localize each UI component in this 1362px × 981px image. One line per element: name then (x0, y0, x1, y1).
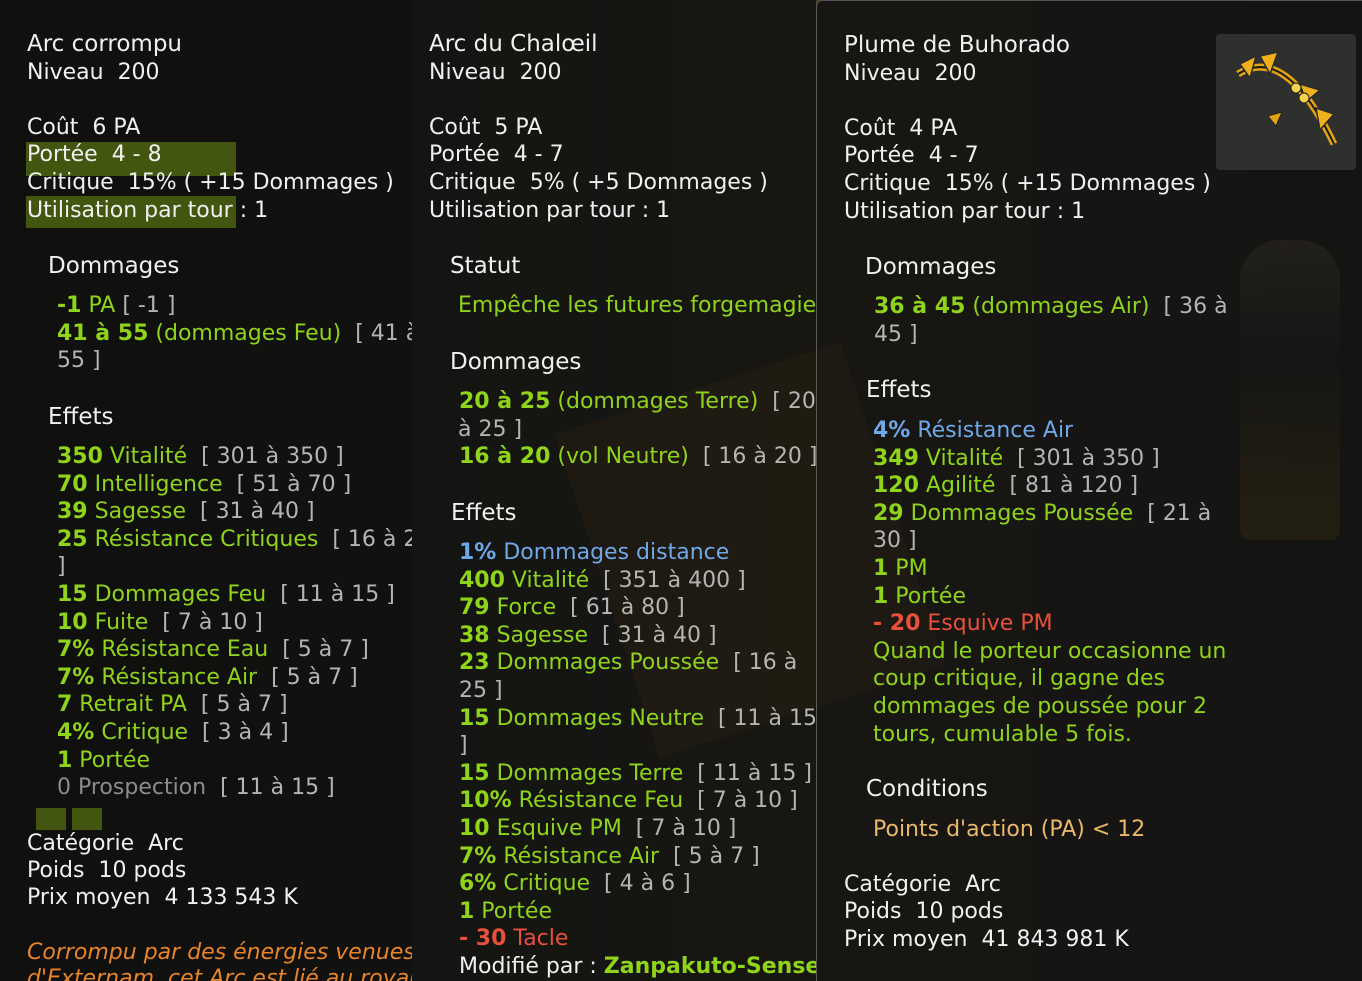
effect-line: 10 Fuite [ 7 à 10 ] (57, 609, 263, 635)
damage-section-title: Dommages (48, 253, 180, 279)
damage-line: 20 à 25 (dommages Terre) [ 20 (459, 389, 816, 414)
item-critical: Critique 5% ( +5 Dommages ) (429, 170, 768, 195)
item-weight: Poids 10 pods (844, 899, 1004, 924)
effect-line: 7% Résistance Air [ 5 à 7 ] (57, 664, 358, 690)
item-name: Arc corrompu (27, 31, 183, 57)
damage-section-title: Dommages (865, 254, 997, 280)
effect-line: 15 Dommages Feu [ 11 à 15 ] (57, 582, 395, 607)
effect-line: 4% Critique [ 3 à 4 ] (57, 720, 289, 745)
effect-line: 349 Vitalité [ 301 à 350 ] (873, 445, 1160, 471)
effect-line: ] (57, 554, 66, 580)
item-critical: Critique 15% ( +15 Dommages ) (844, 171, 1211, 196)
damage-line: 55 ] (57, 348, 101, 373)
item-uses-per-turn: Utilisation par tour : 1 (844, 199, 1086, 224)
effect-line: 1 Portée (459, 898, 552, 924)
item-level: Niveau 200 (27, 60, 160, 85)
item-category: Catégorie Arc (844, 872, 1001, 897)
effect-line: 29 Dommages Poussée [ 21 à (873, 500, 1212, 526)
effect-line: 7% Résistance Eau [ 5 à 7 ] (57, 637, 369, 663)
item-lore: Corrompu par des énergies venues (27, 940, 412, 965)
item-tooltip-arc-du-chaloeil: Arc du Chalœil Niveau 200 Coût 5 PA Port… (412, 0, 816, 981)
item-average-price: Prix moyen 41 843 981 K (844, 927, 1129, 952)
special-effect-line: tours, cumulable 5 fois. (873, 721, 1132, 747)
item-category: Catégorie Arc (27, 831, 184, 856)
item-level: Niveau 200 (429, 60, 562, 85)
effect-line: 79 Force [ 61 à 80 ] (459, 595, 685, 621)
status-section-title: Statut (450, 253, 521, 279)
item-cost: Coût 6 PA (27, 115, 141, 140)
effect-line: - 30 Tacle (459, 926, 569, 952)
item-range: Portée 4 - 8 (27, 142, 162, 167)
item-average-price: Prix moyen 4 133 543 K (27, 885, 298, 910)
effects-section-title: Effets (866, 377, 932, 403)
effect-line: 1 Portée (57, 747, 150, 773)
effect-line: 1% Dommages distance (459, 540, 730, 565)
damage-line: à 25 ] (458, 417, 523, 442)
effect-line: 23 Dommages Poussée [ 16 à (459, 650, 798, 676)
condition-line: Points d'action (PA) < 12 (873, 817, 1146, 842)
effect-line: 10% Résistance Feu [ 7 à 10 ] (459, 788, 798, 814)
effect-line: ] (459, 733, 468, 759)
conditions-section-title: Conditions (866, 776, 988, 802)
item-weight: Poids 10 pods (27, 858, 187, 883)
item-uses-per-turn: Utilisation par tour : 1 (27, 198, 269, 223)
effect-line: - 20 Esquive PM (873, 611, 1053, 637)
effect-line: 0 Prospection [ 11 à 15 ] (57, 775, 335, 801)
item-range: Portée 4 - 7 (844, 143, 979, 168)
effect-line: 30 ] (873, 528, 917, 554)
item-tooltip-arc-corrompu: Arc corrompu Niveau 200 Coût 6 PA Portée… (0, 0, 412, 981)
item-cost: Coût 4 PA (844, 116, 958, 141)
effect-line: 25 Résistance Critiques [ 16 à 25 (57, 526, 412, 552)
item-level: Niveau 200 (844, 61, 977, 86)
effect-line: 1 PM (873, 556, 928, 581)
item-critical: Critique 15% ( +15 Dommages ) (27, 170, 394, 195)
effect-line: 10 Esquive PM [ 7 à 10 ] (459, 816, 737, 841)
effects-section-title: Effets (451, 500, 517, 526)
effect-line: 7% Résistance Air [ 5 à 7 ] (459, 843, 760, 869)
special-effect-line: coup critique, il gagne des (873, 666, 1165, 692)
damage-line: 36 à 45 (dommages Air) [ 36 à (874, 294, 1228, 319)
item-cost: Coût 5 PA (429, 115, 543, 140)
damage-line: 45 ] (874, 322, 918, 347)
damage-section-title: Dommages (450, 349, 582, 375)
effect-line: 70 Intelligence [ 51 à 70 ] (57, 471, 352, 497)
item-name: Arc du Chalœil (429, 31, 598, 57)
effect-line: 400 Vitalité [ 351 à 400 ] (459, 567, 746, 593)
effect-line: 120 Agilité [ 81 à 120 ] (873, 473, 1139, 499)
effect-line: 15 Dommages Neutre [ 11 à 15 (459, 705, 816, 731)
damage-line: 16 à 20 (vol Neutre) [ 16 à 20 ] (459, 444, 816, 469)
effect-line: 25 ] (459, 678, 503, 703)
modified-by: Modifié par : Zanpakuto-Sensei (459, 954, 816, 979)
bow-item-icon (1216, 34, 1356, 170)
minus-button[interactable] (72, 808, 102, 830)
effect-line: 7 Retrait PA [ 5 à 7 ] (57, 692, 288, 718)
plus-button[interactable] (36, 808, 66, 830)
effect-line: 4% Résistance Air (873, 418, 1074, 443)
item-lore: d'Externam, cet Arc est lié au royaume d… (27, 966, 412, 981)
effect-line: 39 Sagesse [ 31 à 40 ] (57, 499, 315, 525)
effect-line: 38 Sagesse [ 31 à 40 ] (459, 622, 717, 648)
effects-section-title: Effets (48, 404, 114, 430)
item-uses-per-turn: Utilisation par tour : 1 (429, 198, 671, 223)
damage-line: 41 à 55 (dommages Feu) [ 41 à (57, 321, 412, 346)
effect-line: 350 Vitalité [ 301 à 350 ] (57, 444, 344, 469)
status-line: Empêche les futures forgemagies (458, 293, 816, 318)
effect-line: 15 Dommages Terre [ 11 à 15 ] (459, 760, 812, 786)
item-name: Plume de Buhorado (844, 32, 1070, 58)
special-effect-line: dommages de poussée pour 2 (873, 694, 1207, 719)
special-effect-line: Quand le porteur occasionne un (873, 638, 1227, 664)
effect-line: 6% Critique [ 4 à 6 ] (459, 871, 691, 897)
item-range: Portée 4 - 7 (429, 142, 564, 167)
damage-line: -1 PA [ -1 ] (57, 293, 176, 318)
effect-line: 1 Portée (873, 583, 966, 609)
